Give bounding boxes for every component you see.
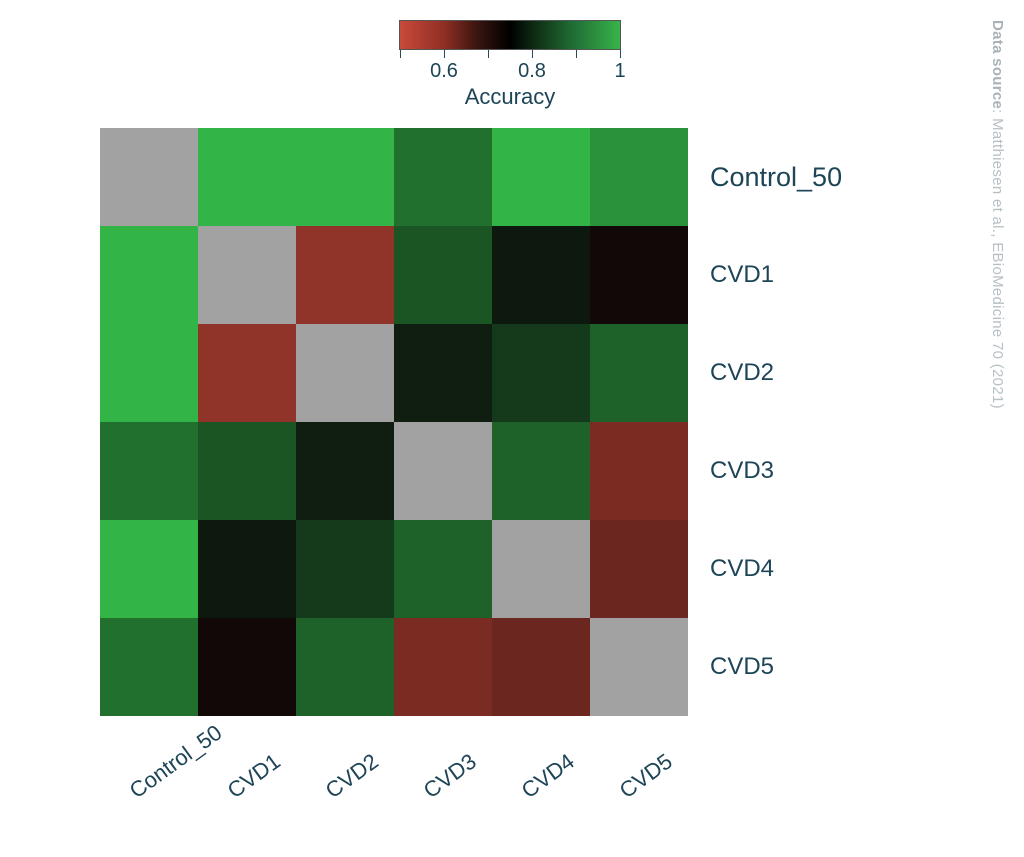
heatmap-cell [492,520,590,618]
heatmap-cell [394,422,492,520]
colorbar-tick [576,50,577,58]
heatmap-cell [394,324,492,422]
colorbar-ticks [400,50,620,60]
heatmap-cell [296,618,394,716]
column-label: CVD4 [517,748,580,804]
column-label: Control_50 [125,720,227,804]
heatmap-cell [296,422,394,520]
heatmap-area: Control_50CVD1CVD2CVD3CVD4CVD5 Control_5… [100,128,920,844]
colorbar-tick-labels: 0.60.81 [400,60,620,82]
heatmap-cell [492,422,590,520]
heatmap-cell [100,422,198,520]
heatmap-cell [492,226,590,324]
colorbar-title: Accuracy [360,84,660,110]
colorbar-tick [620,50,621,58]
heatmap-cell [394,618,492,716]
x-axis-labels: Control_50CVD1CVD2CVD3CVD4CVD5 [100,724,688,844]
heatmap-cell [100,324,198,422]
heatmap-cell [296,226,394,324]
row-label: CVD5 [688,618,888,716]
heatmap-cell [590,422,688,520]
heatmap-cell [394,520,492,618]
heatmap-cell [100,618,198,716]
colorbar: 0.6 0.8 1 Accuracy [360,20,660,110]
heatmap-cell [590,226,688,324]
heatmap-cell [492,324,590,422]
heatmap-grid: Control_50CVD1CVD2CVD3CVD4CVD5 [100,128,920,716]
colorbar-tick [444,50,445,58]
heatmap-cell [100,520,198,618]
column-label: CVD3 [419,748,482,804]
colorbar-gradient [399,20,621,50]
data-source-prefix: Data source [989,20,1006,109]
heatmap-cell [492,618,590,716]
data-source-text: : Matthiesen et al., EBioMedicine 70 (20… [989,109,1006,409]
colorbar-tick-label: 0.6 [430,60,458,83]
heatmap-cell [590,520,688,618]
column-label: CVD5 [615,748,678,804]
heatmap-cell [590,128,688,226]
colorbar-tick [488,50,489,58]
colorbar-tick-label: 1 [614,60,625,83]
data-source-note: Data source: Matthiesen et al., EBioMedi… [989,20,1006,409]
heatmap-cell [492,128,590,226]
heatmap-cell [198,128,296,226]
colorbar-tick [532,50,533,58]
heatmap-cell [296,520,394,618]
row-label: CVD2 [688,324,888,422]
heatmap-cell [590,324,688,422]
heatmap-cell [394,226,492,324]
heatmap-cell [198,324,296,422]
heatmap-cell [394,128,492,226]
heatmap-cell [590,618,688,716]
colorbar-tick-label: 0.8 [518,60,546,83]
row-label: Control_50 [688,128,888,226]
heatmap-cell [198,422,296,520]
heatmap-cell [198,520,296,618]
heatmap-cell [296,324,394,422]
heatmap-cell [100,226,198,324]
heatmap-chart: 0.60.81 Accuracy Control_50CVD1CVD2CVD3C… [60,20,960,844]
row-label: CVD4 [688,520,888,618]
heatmap-cell [198,226,296,324]
row-label: CVD3 [688,422,888,520]
heatmap-cell [296,128,394,226]
column-label: CVD1 [223,748,286,804]
column-label: CVD2 [321,748,384,804]
row-label: CVD1 [688,226,888,324]
heatmap-cell [198,618,296,716]
heatmap-cell [100,128,198,226]
colorbar-tick [400,50,401,58]
